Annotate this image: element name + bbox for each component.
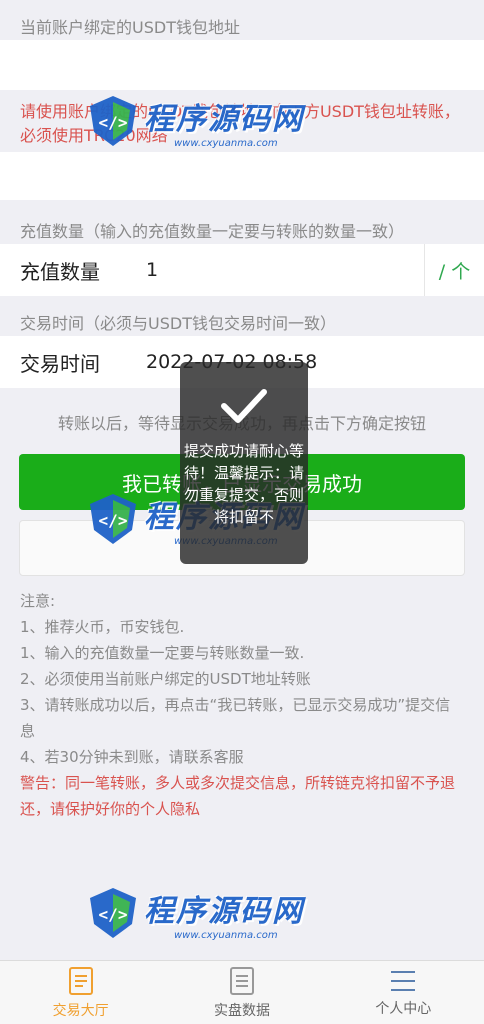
time-section-label: 交易时间（必须与USDT钱包交易时间一致） (20, 314, 336, 333)
tab-label: 交易大厅 (52, 1002, 109, 1019)
shield-icon: </> (90, 96, 136, 146)
watermark-name: 程序源码网 (144, 101, 304, 137)
tab-live-data[interactable]: 实盘数据 (161, 961, 322, 1024)
tab-label: 实盘数据 (213, 1002, 270, 1019)
warning-text: 警告：同一笔转账，多人或多次提交信息，所转链克将扣留不予退还，请保护好你的个人隐… (20, 774, 456, 818)
watermark-url: www.cxyuanma.com (174, 137, 278, 149)
watermark-url: www.cxyuanma.com (174, 929, 278, 941)
shield-icon: </> (90, 888, 136, 938)
notes-title: 注意: (20, 592, 56, 610)
svg-text:</>: </> (99, 905, 128, 924)
tab-personal-center[interactable]: 个人中心 (323, 961, 484, 1024)
amount-input[interactable]: 1 (146, 259, 424, 281)
shield-icon: </> (90, 494, 136, 544)
tab-trading-hall[interactable]: 交易大厅 (0, 961, 161, 1024)
note-item: 1、输入的充值数量一定要与转账数量一致. (20, 644, 305, 662)
amount-row: 充值数量 1 / 个 (0, 244, 484, 296)
svg-text:</>: </> (99, 511, 128, 530)
tab-label: 个人中心 (375, 1000, 432, 1017)
watermark-logo: </> 程序源码网 www.cxyuanma.com (86, 92, 304, 150)
success-toast: 提交成功请耐心等待！温馨提示：请勿重复提交，否则将扣留不 (180, 362, 308, 564)
amount-section: 充值数量（输入的充值数量一定要与转账的数量一致） 充值数量 1 / 个 (0, 200, 484, 296)
amount-unit: / 个 (424, 244, 484, 296)
amount-section-label: 充值数量（输入的充值数量一定要与转账的数量一致） (20, 222, 405, 241)
note-item: 4、若30分钟未到账，请联系客服 (20, 748, 244, 766)
note-item: 3、请转账成功以后，再点击“我已转账，已显示交易成功”提交信息 (20, 696, 451, 740)
toast-message: 提交成功请耐心等待！温馨提示：请勿重复提交，否则将扣留不 (184, 442, 305, 526)
amount-field-label: 充值数量 (20, 259, 100, 284)
time-field-label: 交易时间 (20, 351, 100, 376)
svg-text:</>: </> (99, 113, 128, 132)
menu-icon (391, 970, 416, 991)
wallet-address-field[interactable] (0, 40, 484, 90)
list-icon (229, 966, 254, 995)
note-item: 1、推荐火币，币安钱包. (20, 618, 185, 636)
address-label: 当前账户绑定的USDT钱包地址 (20, 18, 240, 37)
target-address-field[interactable] (0, 152, 484, 200)
watermark-name: 程序源码网 (144, 893, 304, 929)
checkmark-icon (221, 389, 267, 423)
notes-section: 注意: 1、推荐火币，币安钱包. 1、输入的充值数量一定要与转账数量一致. 2、… (0, 576, 484, 822)
bottom-tabbar: 交易大厅 实盘数据 个人中心 (0, 960, 484, 1024)
document-icon (68, 966, 93, 995)
watermark-logo: </> 程序源码网 www.cxyuanma.com (86, 884, 304, 942)
note-item: 2、必须使用当前账户绑定的USDT地址转账 (20, 670, 311, 688)
